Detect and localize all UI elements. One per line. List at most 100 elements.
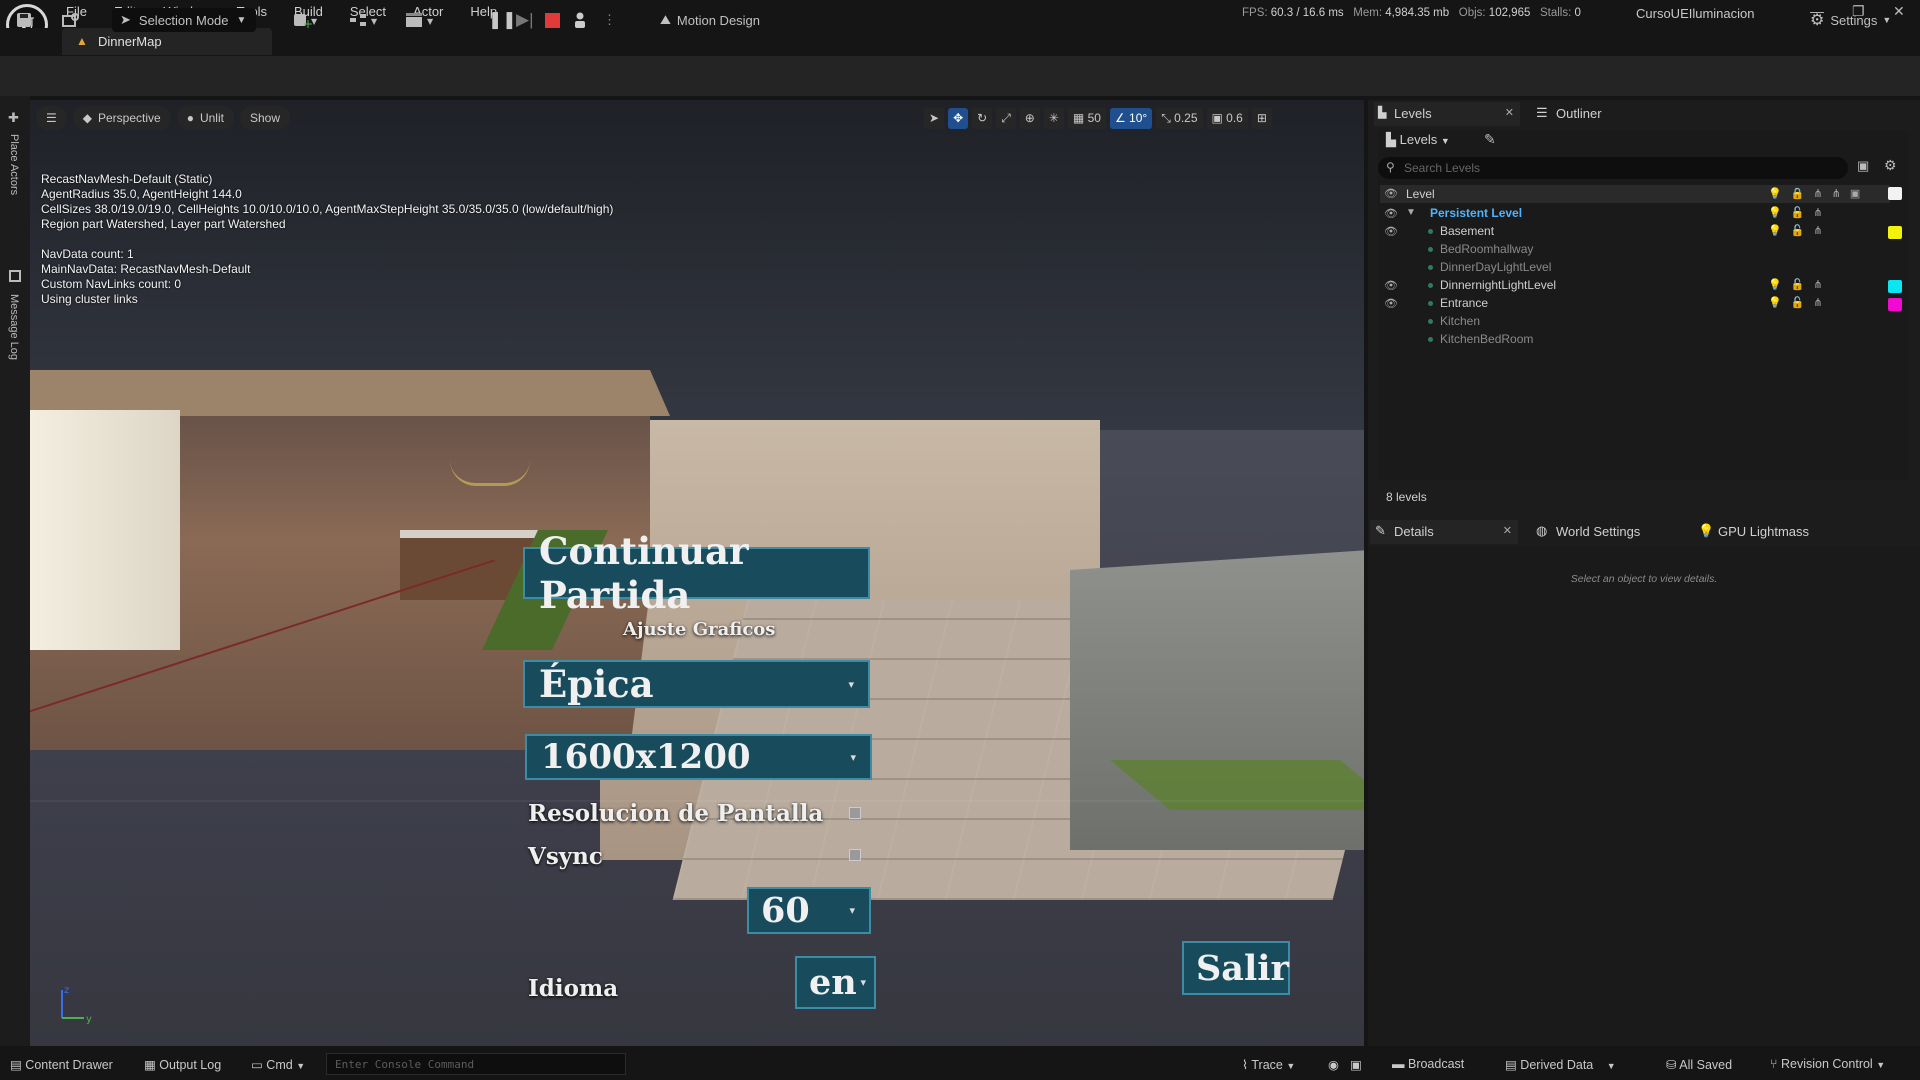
blueprint-icon[interactable]: ▼ [348, 8, 382, 32]
tab-world-settings[interactable]: ◍ World Settings [1534, 520, 1640, 544]
console-command-input[interactable]: Enter Console Command [326, 1053, 626, 1075]
levels-count: 8 levels [1386, 490, 1427, 504]
all-saved-label: All Saved [1679, 1058, 1733, 1072]
svg-text:▼: ▼ [311, 17, 318, 26]
level-row-entrance[interactable]: 👁 Entrance 💡🔓⋔ [1380, 295, 1910, 313]
close-icon[interactable]: ✕ [1503, 524, 1512, 537]
scale-tool-icon[interactable]: ⤢ [996, 108, 1016, 129]
broadcast-button[interactable]: ▬ Broadcast [1392, 1057, 1464, 1071]
level-row-persistent[interactable]: 👁 ▼ Persistent Level 💡🔓⋔ [1380, 205, 1910, 223]
level-row-dinnernightlight[interactable]: 👁 DinnernightLightLevel 💡🔓⋔ [1380, 277, 1910, 295]
mem-value: 4,984.35 mb [1385, 7, 1450, 19]
level-color-swatch[interactable] [1888, 298, 1902, 311]
level-color-swatch[interactable] [1888, 280, 1902, 293]
quality-dropdown[interactable]: Épica ▾ [523, 660, 870, 708]
record-icon[interactable]: ◉ [1328, 1057, 1339, 1072]
level-row-kitchenbedroom[interactable]: KitchenBedRoom [1380, 331, 1910, 349]
revision-control-label: Revision Control [1781, 1057, 1873, 1071]
resolution-dropdown[interactable]: 1600x1200 ▾ [525, 734, 872, 780]
pause-icon[interactable]: ❚❚ [488, 8, 517, 32]
continue-game-button[interactable]: Continuar Partida [523, 529, 870, 617]
rotation-snap-button[interactable]: ∠ 10° [1109, 108, 1153, 129]
outliner-icon: ☰ [1536, 105, 1548, 120]
eye-icon[interactable]: 👁 [1384, 207, 1398, 220]
all-saved-button[interactable]: ⛁ All Saved [1666, 1057, 1732, 1072]
screenshot-icon[interactable]: ▣ [1350, 1057, 1362, 1072]
level-row-bedroomhallway[interactable]: BedRoomhallway [1380, 241, 1910, 259]
trace-dropdown[interactable]: ⌇ Trace ▼ [1242, 1057, 1295, 1072]
level-color-swatch[interactable] [1888, 226, 1902, 239]
cinematics-icon[interactable]: ▼ [404, 8, 438, 32]
surface-snap-icon[interactable]: ✳ [1043, 108, 1064, 129]
level-row-kitchen[interactable]: Kitchen [1380, 313, 1910, 331]
stop-icon[interactable] [545, 8, 560, 32]
scale-snap-button[interactable]: ⤡ 0.25 [1156, 108, 1203, 129]
close-icon[interactable]: ✕ [1505, 106, 1514, 119]
level-row-basement[interactable]: 👁 Basement 💡🔓⋔ [1380, 223, 1910, 241]
step-icon[interactable]: ▶| [516, 8, 534, 32]
vsync-checkbox[interactable] [849, 849, 861, 861]
derived-data-dropdown[interactable]: ▤ Derived Data ▼ [1505, 1057, 1616, 1072]
save-icon[interactable] [16, 8, 32, 32]
branch-icon: ⑂ [1770, 1057, 1778, 1071]
header-tool-icons: 💡🔒⋔⋔▣ [1768, 188, 1870, 200]
output-log-button[interactable]: ▦ Output Log [144, 1057, 221, 1072]
search-levels-input[interactable]: ⚲ Search Levels [1378, 157, 1848, 179]
gear-icon[interactable]: ⚙ [1884, 157, 1897, 174]
vsync-label: Vsync [528, 843, 603, 870]
levels-dropdown-label: Levels [1399, 132, 1438, 147]
chevron-down-icon: ▼ [1882, 15, 1892, 25]
edit-icon[interactable]: ✎ [1484, 131, 1496, 148]
revision-control-dropdown[interactable]: ⑂ Revision Control ▼ [1770, 1057, 1885, 1071]
eye-icon[interactable]: 👁 [1384, 225, 1398, 238]
fps-dropdown-value: 60 [761, 890, 810, 931]
perspective-button[interactable]: ◆ Perspective [72, 106, 171, 130]
exit-button[interactable]: Salir [1182, 941, 1290, 995]
more-options-icon[interactable]: ⋮ [603, 8, 616, 32]
world-local-icon[interactable]: ⊕ [1019, 108, 1040, 129]
eye-icon[interactable]: 👁 [1384, 279, 1398, 292]
eye-icon[interactable]: 👁 [1384, 297, 1398, 310]
selection-mode-dropdown[interactable]: ➤ Selection Mode ▼ [112, 8, 256, 32]
document-tab-dinnermap[interactable]: ▲ DinnerMap [62, 28, 272, 55]
navmesh-debug-text: RecastNavMesh-Default (Static) AgentRadi… [41, 172, 614, 306]
place-actors-tab[interactable]: Place Actors [8, 134, 20, 195]
settings-label: Settings [1830, 12, 1878, 28]
level-tool-icons: 💡🔓⋔ [1768, 225, 1832, 237]
camera-speed-button[interactable]: ▣ 0.6 [1206, 108, 1248, 129]
level-name: DinnerDayLightLevel [1440, 260, 1552, 274]
expand-icon[interactable]: ▼ [1406, 207, 1416, 218]
unlit-button[interactable]: ● Unlit [176, 106, 234, 130]
selection-mode-label: Selection Mode [138, 12, 229, 28]
language-dropdown[interactable]: en ▾ [795, 956, 876, 1009]
layout-icon[interactable]: ⊞ [1251, 108, 1272, 129]
grid-snap-button[interactable]: ▦ 50 [1067, 108, 1106, 129]
svg-text:▼: ▼ [371, 17, 378, 26]
viewport-menu-button[interactable]: ☰ [36, 106, 67, 130]
place-actors-icon[interactable]: ✚ [8, 110, 19, 126]
translate-tool-icon[interactable]: ✥ [948, 108, 969, 129]
motion-design-button[interactable]: ⛰ Motion Design [660, 8, 760, 32]
tab-outliner[interactable]: ☰ Outliner [1534, 102, 1602, 126]
close-window-button[interactable]: ✕ [1893, 3, 1905, 20]
cmd-dropdown[interactable]: ▭ Cmd ▼ [251, 1057, 305, 1072]
tab-gpu-lightmass[interactable]: 💡 GPU Lightmass [1696, 520, 1809, 544]
browse-icon[interactable] [62, 8, 80, 32]
show-button[interactable]: Show [239, 106, 290, 130]
select-tool-icon[interactable]: ➤ [924, 108, 945, 129]
tab-world-settings-label: World Settings [1556, 524, 1641, 539]
settings-button[interactable]: ⚙ Settings ▼ [1810, 8, 1891, 32]
folder-icon[interactable]: ▣ [1857, 158, 1869, 174]
screen-resolution-checkbox[interactable] [849, 807, 861, 819]
content-drawer-button[interactable]: ▤ Content Drawer [10, 1057, 113, 1072]
tab-levels[interactable]: ▙ Levels ✕ [1374, 102, 1520, 126]
levels-dropdown[interactable]: ▙ Levels ▼ [1386, 132, 1450, 148]
fps-dropdown[interactable]: 60 ▾ [747, 887, 871, 934]
message-log-icon[interactable] [9, 270, 21, 282]
rotate-tool-icon[interactable]: ↻ [972, 108, 993, 129]
add-actor-icon[interactable]: + ▼ [292, 8, 318, 32]
message-log-tab[interactable]: Message Log [8, 294, 20, 360]
tab-details[interactable]: ✎ Details ✕ [1370, 520, 1518, 544]
level-row-dinnerdaylight[interactable]: DinnerDayLightLevel [1380, 259, 1910, 277]
possess-icon[interactable] [573, 8, 587, 32]
